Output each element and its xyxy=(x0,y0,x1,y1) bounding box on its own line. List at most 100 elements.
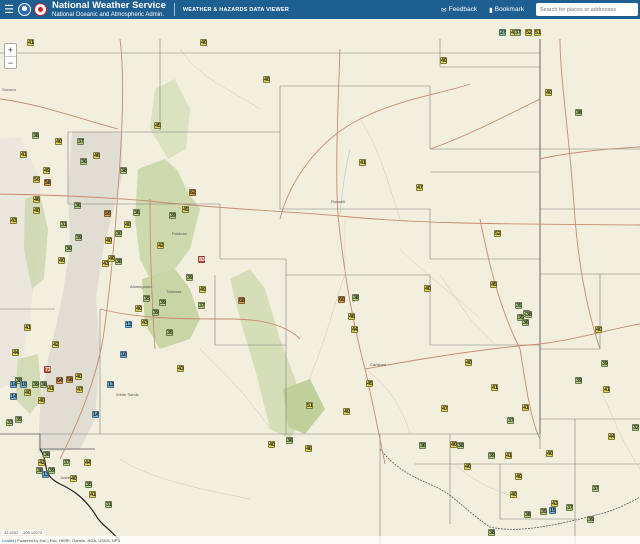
observation-marker[interactable]: 44 xyxy=(608,433,615,440)
observation-marker[interactable]: 14 xyxy=(10,393,17,400)
observation-marker[interactable]: 38 xyxy=(120,167,127,174)
observation-marker[interactable]: 31 xyxy=(60,221,67,228)
observation-marker[interactable]: 41 xyxy=(24,324,31,331)
map-canvas[interactable]: + − Socorro Roswell Carlsbad Alamogordo … xyxy=(0,19,640,544)
observation-marker[interactable]: 41 xyxy=(491,384,498,391)
observation-marker[interactable]: 37 xyxy=(514,29,521,36)
observation-marker[interactable]: 40 xyxy=(546,450,553,457)
observation-marker[interactable]: 37 xyxy=(566,504,573,511)
observation-marker[interactable]: 39 xyxy=(601,360,608,367)
observation-marker[interactable]: 38 xyxy=(457,442,464,449)
observation-marker[interactable]: 36 xyxy=(80,158,87,165)
observation-marker[interactable]: 41 xyxy=(47,385,54,392)
observation-marker[interactable]: 27 xyxy=(499,29,506,36)
observation-marker[interactable]: 39 xyxy=(186,274,193,281)
observation-marker[interactable]: 60 xyxy=(338,296,345,303)
observation-marker[interactable]: 33 xyxy=(6,419,13,426)
observation-marker[interactable]: 39 xyxy=(32,381,39,388)
observation-marker[interactable]: 37 xyxy=(507,417,514,424)
observation-marker[interactable]: 52 xyxy=(494,230,501,237)
observation-marker[interactable]: 41 xyxy=(89,491,96,498)
observation-marker[interactable]: 68 xyxy=(238,297,245,304)
observation-marker[interactable]: 44 xyxy=(12,349,19,356)
observation-marker[interactable]: 55 xyxy=(104,210,111,217)
observation-marker[interactable]: 58 xyxy=(66,376,73,383)
observation-marker[interactable]: 38 xyxy=(525,311,532,318)
observation-marker[interactable]: 42 xyxy=(38,459,45,466)
observation-marker[interactable]: 40 xyxy=(199,286,206,293)
observation-marker[interactable]: 10 xyxy=(20,381,27,388)
observation-marker[interactable]: 40 xyxy=(595,326,602,333)
observation-marker[interactable]: 40 xyxy=(105,237,112,244)
observation-marker[interactable]: 40 xyxy=(70,475,77,482)
observation-marker[interactable]: 47 xyxy=(416,184,423,191)
observation-marker[interactable]: 49 xyxy=(43,167,50,174)
observation-marker[interactable]: 36 xyxy=(133,209,140,216)
observation-marker[interactable]: 40 xyxy=(263,76,270,83)
observation-marker[interactable]: 83 xyxy=(198,256,205,263)
search-input[interactable] xyxy=(536,3,638,16)
observation-marker[interactable]: 39 xyxy=(575,377,582,384)
observation-marker[interactable]: 39 xyxy=(169,212,176,219)
observation-marker[interactable]: 39 xyxy=(75,234,82,241)
observation-marker[interactable]: 43 xyxy=(177,365,184,372)
observation-marker[interactable]: 45 xyxy=(490,281,497,288)
observation-marker[interactable]: 40 xyxy=(268,441,275,448)
observation-marker[interactable]: 43 xyxy=(10,217,17,224)
observation-marker[interactable]: 40 xyxy=(124,221,131,228)
observation-marker[interactable]: 40 xyxy=(135,305,142,312)
observation-marker[interactable]: 40 xyxy=(440,57,447,64)
observation-marker[interactable]: 14 xyxy=(10,381,17,388)
observation-marker[interactable]: 43 xyxy=(141,319,148,326)
observation-marker[interactable]: 35 xyxy=(166,329,173,336)
bookmark-link[interactable]: ▮ Bookmark xyxy=(489,6,524,14)
observation-marker[interactable]: 46 xyxy=(33,196,40,203)
observation-marker[interactable]: 36 xyxy=(286,437,293,444)
observation-marker[interactable]: 35 xyxy=(540,508,547,515)
observation-marker[interactable]: 38 xyxy=(32,132,39,139)
observation-marker[interactable]: 41 xyxy=(522,404,529,411)
observation-marker[interactable]: 41 xyxy=(27,39,34,46)
observation-marker[interactable]: 47 xyxy=(76,386,83,393)
observation-marker[interactable]: 32 xyxy=(632,424,639,431)
observation-marker[interactable]: 47 xyxy=(441,405,448,412)
observation-marker[interactable]: 39 xyxy=(48,467,55,474)
observation-marker[interactable]: 40 xyxy=(33,207,40,214)
observation-marker[interactable]: 40 xyxy=(450,441,457,448)
leaflet-link[interactable]: Leaflet xyxy=(2,538,14,543)
feedback-link[interactable]: ✉ Feedback xyxy=(441,6,477,14)
observation-marker[interactable]: 31 xyxy=(105,501,112,508)
observation-marker[interactable]: 41 xyxy=(20,151,27,158)
observation-marker[interactable]: 44 xyxy=(84,459,91,466)
observation-marker[interactable]: 38 xyxy=(43,451,50,458)
observation-marker[interactable]: 30 xyxy=(115,230,122,237)
observation-marker[interactable]: 37 xyxy=(63,459,70,466)
observation-marker[interactable]: 43 xyxy=(551,500,558,507)
observation-marker[interactable]: 41 xyxy=(359,159,366,166)
observation-marker[interactable]: 40 xyxy=(108,255,115,262)
observation-marker[interactable]: 35 xyxy=(515,302,522,309)
observation-marker[interactable]: 12 xyxy=(125,321,132,328)
observation-marker[interactable]: 45 xyxy=(366,380,373,387)
observation-marker[interactable]: 35 xyxy=(143,295,150,302)
observation-marker[interactable]: 40 xyxy=(510,491,517,498)
observation-marker[interactable]: 30 xyxy=(65,245,72,252)
observation-marker[interactable]: 38 xyxy=(488,529,495,536)
observation-marker[interactable]: 45 xyxy=(182,206,189,213)
observation-marker[interactable]: 38 xyxy=(115,258,122,265)
observation-marker[interactable]: 39 xyxy=(152,309,159,316)
observation-marker[interactable]: 14 xyxy=(92,411,99,418)
brand[interactable]: National Weather Service National Oceani… xyxy=(52,1,166,18)
observation-marker[interactable]: 40 xyxy=(75,373,82,380)
observation-marker[interactable]: 42 xyxy=(52,341,59,348)
observation-marker[interactable]: 73 xyxy=(44,366,51,373)
observation-marker[interactable]: 50 xyxy=(33,176,40,183)
observation-marker[interactable]: 13 xyxy=(42,471,49,478)
observation-marker[interactable]: 40 xyxy=(343,408,350,415)
observation-marker[interactable]: 40 xyxy=(55,138,62,145)
observation-marker[interactable]: 58 xyxy=(44,179,51,186)
observation-marker[interactable]: 40 xyxy=(424,285,431,292)
observation-marker[interactable]: 40 xyxy=(38,397,45,404)
observation-marker[interactable]: 40 xyxy=(24,389,31,396)
observation-marker[interactable]: 38 xyxy=(524,511,531,518)
